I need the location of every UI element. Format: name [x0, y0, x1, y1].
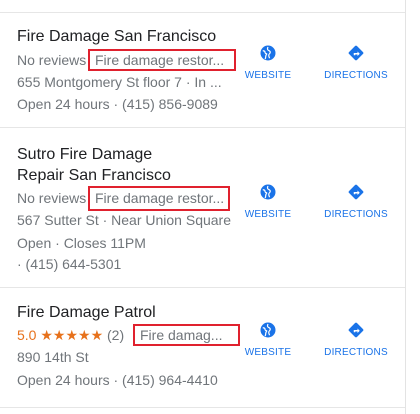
hours-text: Open · Closes 11PM — [17, 235, 146, 251]
website-button[interactable]: WEBSITE — [233, 321, 303, 359]
business-name-line-2[interactable]: Repair San Francisco — [17, 165, 171, 187]
directions-button[interactable]: DIRECTIONS — [321, 183, 391, 221]
globe-icon — [260, 45, 276, 61]
divider — [0, 407, 405, 408]
directions-label: DIRECTIONS — [324, 209, 388, 220]
address-text: 567 Sutter St · Near Union Square — [17, 212, 232, 228]
website-button[interactable]: WEBSITE — [233, 183, 303, 221]
website-label: WEBSITE — [244, 70, 292, 81]
business-name-line-1[interactable]: Sutro Fire Damage — [17, 144, 152, 166]
highlight-box — [88, 49, 236, 71]
hours-text: Open 24 hours · (415) 856-9089 — [17, 96, 218, 112]
review-count[interactable]: (2) — [107, 327, 124, 343]
directions-button[interactable]: DIRECTIONS — [321, 44, 391, 82]
address-text: 890 14th St — [17, 349, 89, 365]
rating-value: 5.0 — [17, 327, 37, 343]
website-button[interactable]: WEBSITE — [233, 44, 303, 82]
listing-card[interactable]: Fire Damage San Francisco No reviews Fir… — [0, 13, 405, 126]
directions-arrow-icon — [348, 322, 364, 338]
directions-label: DIRECTIONS — [324, 347, 388, 358]
directions-button[interactable]: DIRECTIONS — [321, 321, 391, 359]
business-name[interactable]: Fire Damage San Francisco — [17, 26, 216, 48]
results-list: Fire Damage San Francisco No reviews Fir… — [0, 0, 406, 414]
website-label: WEBSITE — [244, 209, 292, 220]
directions-label: DIRECTIONS — [324, 70, 388, 81]
website-label: WEBSITE — [244, 347, 292, 358]
reviews-text: No reviews — [17, 52, 87, 68]
globe-icon — [260, 184, 276, 200]
highlight-box — [88, 186, 230, 211]
reviews-text: No reviews — [17, 190, 87, 206]
rating-row: 5.0 ★★★★★ (2) — [17, 326, 124, 344]
hours-text: Open 24 hours · (415) 964-4410 — [17, 372, 218, 388]
business-name[interactable]: Fire Damage Patrol — [17, 302, 156, 324]
directions-arrow-icon — [348, 45, 364, 61]
star-rating-icon: ★★★★★ — [40, 327, 104, 343]
listing-card[interactable]: Fire Damage Patrol 5.0 ★★★★★ (2) Fire da… — [0, 288, 405, 406]
highlight-box — [133, 324, 240, 346]
phone-text: · (415) 644-5301 — [17, 256, 122, 272]
address-text: 655 Montgomery St floor 7 · In ... — [17, 74, 222, 90]
globe-icon — [260, 322, 276, 338]
listing-card[interactable]: Sutro Fire Damage Repair San Francisco N… — [0, 128, 405, 286]
directions-arrow-icon — [348, 184, 364, 200]
